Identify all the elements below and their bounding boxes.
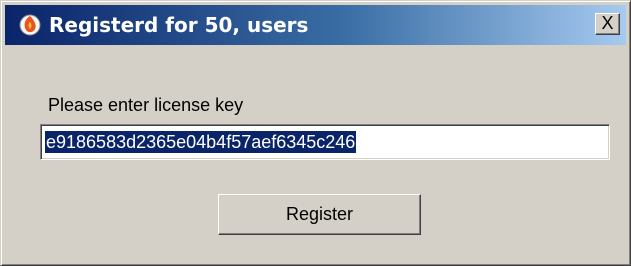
register-dialog: Registerd for 50, users X Please enter l… (0, 0, 631, 266)
close-icon: X (601, 13, 614, 33)
register-button[interactable]: Register (218, 194, 421, 235)
license-key-input[interactable]: e9186583d2365e04b4f57aef6345c246 (40, 124, 610, 160)
close-button[interactable]: X (595, 13, 620, 35)
title-bar[interactable]: Registerd for 50, users X (5, 5, 626, 45)
license-key-label: Please enter license key (48, 95, 244, 115)
license-key-value: e9186583d2365e04b4f57aef6345c246 (45, 131, 357, 153)
app-icon (19, 14, 41, 36)
window-title: Registerd for 50, users (49, 13, 309, 37)
dialog-body: Please enter license key e9186583d2365e0… (5, 49, 626, 261)
